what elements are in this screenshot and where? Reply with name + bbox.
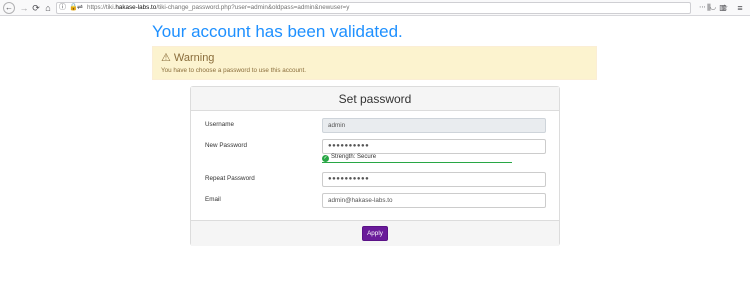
reload-icon[interactable]: ⟳ [30, 2, 42, 14]
browser-toolbar: ← → ⟳ ⌂ ⓘ 🔒 ⇌ https://tiki.hakase-labs.t… [0, 0, 750, 16]
username-field[interactable] [322, 118, 546, 133]
card-title: Set password [338, 92, 412, 106]
check-circle-icon: ✓ [322, 155, 329, 162]
email-label: Email [205, 196, 221, 203]
permissions-icon[interactable]: ⇌ [77, 3, 87, 13]
password-strength-indicator: ✓ Strength: Secure [322, 154, 376, 162]
sidebar-icon[interactable]: ▥ [717, 2, 729, 14]
forward-arrow-icon[interactable]: → [18, 2, 30, 14]
card-header: Set password [191, 87, 559, 111]
new-password-field[interactable]: ●●●●●●●●●● [322, 139, 546, 154]
back-arrow-icon[interactable]: ← [3, 2, 15, 14]
new-password-label: New Password [205, 142, 247, 149]
warning-message: You have to choose a password to use thi… [161, 67, 307, 74]
repeat-password-field[interactable]: ●●●●●●●●●● [322, 172, 546, 187]
warning-title-text: Warning [173, 52, 215, 64]
email-field[interactable] [322, 193, 546, 208]
warning-alert: ⚠ Warning You have to choose a password t… [152, 46, 597, 80]
card-footer: Apply [191, 220, 559, 246]
hamburger-menu-icon[interactable]: ≡ [734, 2, 746, 14]
info-icon[interactable]: ⓘ [59, 3, 67, 13]
lock-icon[interactable]: 🔒 [69, 3, 78, 13]
url-path: /tiki-change_password.php?user=admin&old… [156, 4, 350, 11]
warning-heading: ⚠ Warning [161, 51, 214, 64]
url-host: hakase-labs.to [115, 4, 157, 11]
url-prefix: https://tiki. [87, 4, 116, 11]
library-icon[interactable]: ⫼ [703, 2, 715, 14]
page-title: Your account has been validated. [152, 22, 403, 41]
set-password-card: Set password Username New Password ●●●●●… [190, 86, 560, 246]
url-text[interactable]: https://tiki.hakase-labs.to/tiki-change_… [87, 3, 349, 13]
strength-text: Strength: Secure [331, 154, 377, 160]
apply-button[interactable]: Apply [362, 226, 388, 241]
repeat-password-label: Repeat Password [205, 175, 255, 182]
address-bar[interactable]: ⓘ 🔒 ⇌ https://tiki.hakase-labs.to/tiki-c… [56, 2, 728, 14]
username-label: Username [205, 121, 235, 128]
home-icon[interactable]: ⌂ [42, 2, 54, 14]
warning-triangle-icon: ⚠ [161, 52, 171, 64]
strength-bar [322, 162, 512, 163]
